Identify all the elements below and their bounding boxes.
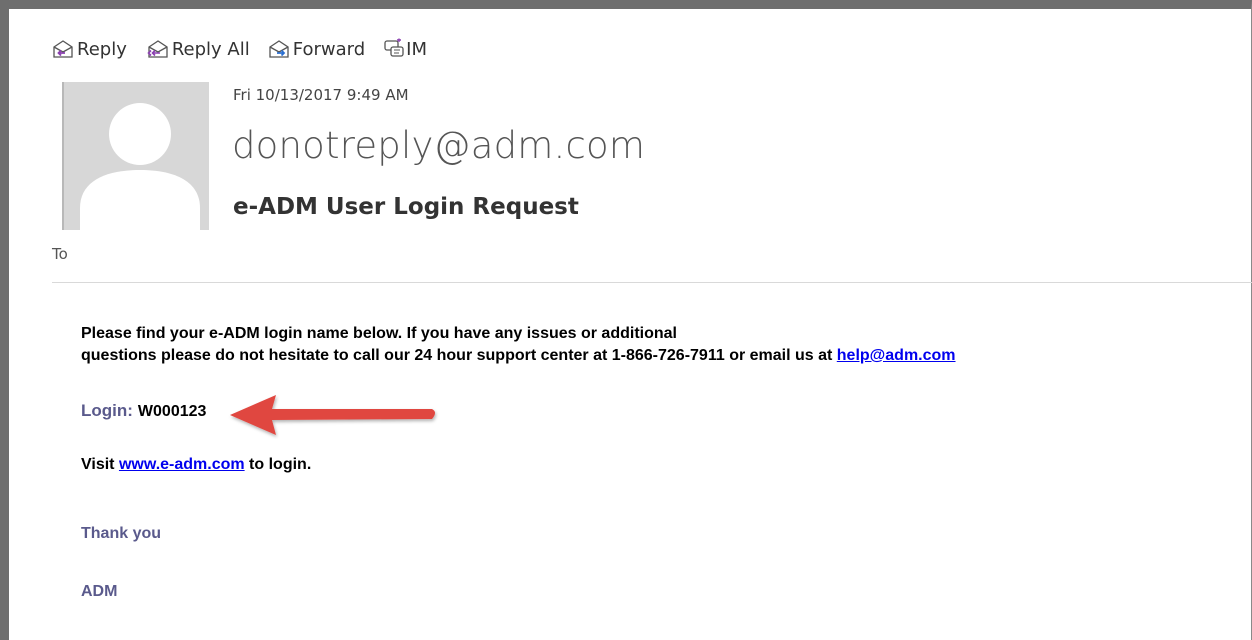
body-line-1: Please find your e-ADM login name below.… bbox=[81, 325, 677, 342]
body-line-2-text: questions please do not hesitate to call… bbox=[81, 347, 837, 364]
annotation-arrow bbox=[230, 395, 435, 435]
sender-avatar bbox=[62, 82, 209, 230]
website-link[interactable]: www.e-adm.com bbox=[119, 456, 245, 473]
reply-icon bbox=[53, 40, 73, 58]
message-timestamp: Fri 10/13/2017 9:49 AM bbox=[233, 86, 409, 104]
reply-all-icon bbox=[147, 40, 168, 58]
forward-icon bbox=[269, 40, 289, 58]
avatar-placeholder bbox=[80, 103, 200, 230]
login-label: Login: bbox=[81, 401, 133, 420]
sender-address[interactable]: donotreply@adm.com bbox=[232, 124, 645, 167]
im-label: IM bbox=[406, 38, 427, 60]
help-email-link[interactable]: help@adm.com bbox=[837, 347, 956, 364]
login-value: W000123 bbox=[137, 403, 207, 420]
visit-prefix: Visit bbox=[81, 456, 119, 473]
im-icon bbox=[384, 38, 404, 57]
message-toolbar: Reply Reply All Forward IM bbox=[52, 34, 445, 64]
visit-line: Visit www.e-adm.com to login. bbox=[81, 456, 311, 474]
forward-label: Forward bbox=[292, 38, 366, 60]
reply-label: Reply bbox=[77, 38, 127, 60]
reply-all-button[interactable]: Reply All bbox=[145, 39, 250, 60]
closing-thanks: Thank you bbox=[81, 525, 162, 542]
reply-button[interactable]: Reply bbox=[52, 39, 127, 60]
body-line-2: questions please do not hesitate to call… bbox=[81, 347, 956, 365]
visit-suffix: to login. bbox=[244, 456, 312, 473]
header-divider bbox=[52, 282, 1252, 283]
login-row: Login: W000123 bbox=[81, 401, 206, 421]
forward-button[interactable]: Forward bbox=[268, 39, 365, 60]
reply-all-label: Reply All bbox=[171, 38, 250, 60]
signature: ADM bbox=[81, 583, 118, 600]
to-label: To bbox=[52, 245, 68, 263]
im-button[interactable]: IM bbox=[383, 38, 427, 60]
message-subject: e-ADM User Login Request bbox=[233, 194, 579, 220]
